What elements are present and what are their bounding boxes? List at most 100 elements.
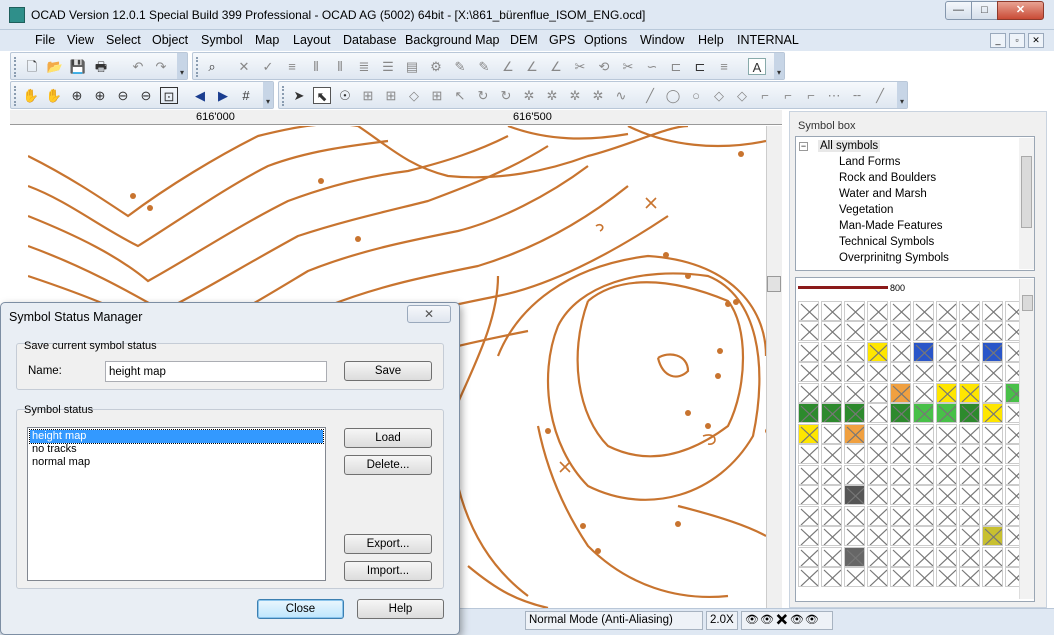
stack-icon[interactable]: ▤	[403, 58, 421, 75]
symbol-cell[interactable]	[890, 526, 911, 546]
menu-layout[interactable]: Layout	[293, 33, 331, 47]
load-button[interactable]: Load	[344, 428, 432, 448]
save-disk-icon[interactable]: 💾	[69, 58, 87, 75]
export-button[interactable]: Export...	[344, 534, 432, 554]
symbol-status-list[interactable]: height map no tracks normal map	[27, 427, 326, 581]
symbol-cell[interactable]	[844, 505, 865, 526]
symbol-cell[interactable]	[982, 382, 1003, 403]
symbol-cell[interactable]	[798, 485, 819, 505]
symbol-cell[interactable]	[821, 526, 842, 546]
tree-scrollbar[interactable]	[1019, 138, 1034, 269]
symbol-grid-scrollbar[interactable]	[1019, 279, 1034, 599]
symbol-cell[interactable]	[936, 321, 957, 341]
symbol-cell[interactable]	[982, 321, 1003, 341]
symbol-cell[interactable]	[936, 567, 957, 587]
symbol-cell[interactable]	[844, 341, 865, 362]
symbol-cell[interactable]	[890, 546, 911, 567]
tree-item-land-forms[interactable]: Land Forms	[839, 156, 900, 168]
symbol-cell[interactable]	[959, 341, 980, 362]
view-mode-eye-icons[interactable]: 👁👁✖👁👁	[741, 611, 833, 630]
menu-symbol[interactable]: Symbol	[201, 33, 243, 47]
menu-file[interactable]: File	[35, 33, 55, 47]
symbol-cell[interactable]	[959, 423, 980, 444]
symbol-cell[interactable]	[936, 300, 957, 321]
symbol-grid[interactable]: 800	[795, 277, 1035, 602]
symbol-cell[interactable]	[798, 300, 819, 321]
zoom-out-icon[interactable]: ⊖	[137, 87, 155, 104]
scale-icon[interactable]: ✲	[566, 87, 584, 104]
symbol-cell[interactable]	[821, 321, 842, 341]
node-icon[interactable]: ⊞	[359, 87, 377, 104]
node-icon[interactable]: ⊞	[382, 87, 400, 104]
angle-icon[interactable]: ∠	[523, 58, 541, 75]
step-icon[interactable]: ⊏	[667, 58, 685, 75]
symbol-cell[interactable]	[936, 382, 957, 403]
symbol-cell[interactable]	[913, 567, 934, 587]
menu-background-map[interactable]: Background Map	[405, 33, 500, 47]
menu-map[interactable]: Map	[255, 33, 279, 47]
node-icon[interactable]: ◇	[405, 87, 423, 104]
symbol-cell[interactable]	[913, 300, 934, 321]
symbol-cell[interactable]	[821, 362, 842, 382]
symbol-cell[interactable]	[982, 403, 1003, 423]
toolbar-overflow-chevron[interactable]: ▾	[774, 53, 784, 79]
toolbar-overflow-chevron[interactable]: ▾	[263, 82, 273, 108]
help-button[interactable]: Help	[357, 599, 444, 619]
symbol-cell[interactable]	[798, 546, 819, 567]
symbol-cell[interactable]	[890, 423, 911, 444]
symbol-cell[interactable]	[982, 362, 1003, 382]
symbol-cell[interactable]	[798, 444, 819, 464]
menu-object[interactable]: Object	[152, 33, 188, 47]
freehand-icon[interactable]: ☉	[336, 87, 354, 104]
symbol-cell[interactable]	[844, 403, 865, 423]
rotate-icon[interactable]: ↻	[474, 87, 492, 104]
close-window-button[interactable]: ✕	[997, 1, 1044, 20]
tree-scroll-thumb[interactable]	[1021, 156, 1032, 228]
symbol-cell[interactable]	[890, 403, 911, 423]
list-item-height-map[interactable]: height map	[29, 429, 324, 444]
symbol-cell[interactable]	[821, 464, 842, 485]
symbol-cell[interactable]	[936, 505, 957, 526]
symbol-cell[interactable]	[913, 444, 934, 464]
symbol-cell[interactable]	[867, 321, 888, 341]
symbol-cell[interactable]	[936, 423, 957, 444]
symbol-cell[interactable]	[913, 403, 934, 423]
symbol-cell[interactable]	[959, 382, 980, 403]
scissors-icon[interactable]: ✂	[619, 58, 637, 75]
angle-icon[interactable]: ∠	[547, 58, 565, 75]
symbol-cell[interactable]	[821, 300, 842, 321]
symbol-cell[interactable]	[890, 362, 911, 382]
layers-icon[interactable]: ☰	[379, 58, 397, 75]
symbol-cell[interactable]	[913, 382, 934, 403]
menu-dem[interactable]: DEM	[510, 33, 538, 47]
list-item-no-tracks[interactable]: no tracks	[30, 443, 323, 456]
symbol-cell[interactable]	[821, 444, 842, 464]
symbol-cell[interactable]	[936, 444, 957, 464]
step-line-icon[interactable]: ⌐	[756, 87, 774, 104]
scissors-icon[interactable]: ✂	[571, 58, 589, 75]
symbol-cell[interactable]	[913, 546, 934, 567]
symbol-cell[interactable]	[982, 300, 1003, 321]
symbol-cell[interactable]	[821, 546, 842, 567]
symbol-cell[interactable]	[798, 403, 819, 423]
symbol-cell[interactable]	[798, 362, 819, 382]
tree-item-technical[interactable]: Technical Symbols	[839, 236, 934, 248]
align-right-icon[interactable]: ≣	[355, 58, 373, 75]
symbol-cell[interactable]	[867, 362, 888, 382]
toolbar-overflow-chevron[interactable]: ▾	[177, 53, 187, 79]
symbol-cell[interactable]	[844, 321, 865, 341]
symbol-cell[interactable]	[867, 444, 888, 464]
scale-icon[interactable]: ✲	[520, 87, 538, 104]
symbol-cell[interactable]	[821, 567, 842, 587]
rotate-icon[interactable]: ↻	[497, 87, 515, 104]
symbol-cell[interactable]	[959, 505, 980, 526]
symbol-cell[interactable]	[936, 403, 957, 423]
symbol-cell[interactable]	[982, 464, 1003, 485]
dotted-line-icon[interactable]: ⋯	[825, 87, 843, 104]
symbol-cell[interactable]	[959, 300, 980, 321]
symbol-cell[interactable]	[867, 546, 888, 567]
grid-scroll-thumb[interactable]	[1022, 295, 1033, 311]
hand-pan-icon[interactable]: ✋	[45, 87, 63, 104]
symbol-cell[interactable]	[913, 526, 934, 546]
tree-item-man-made[interactable]: Man-Made Features	[839, 220, 943, 232]
